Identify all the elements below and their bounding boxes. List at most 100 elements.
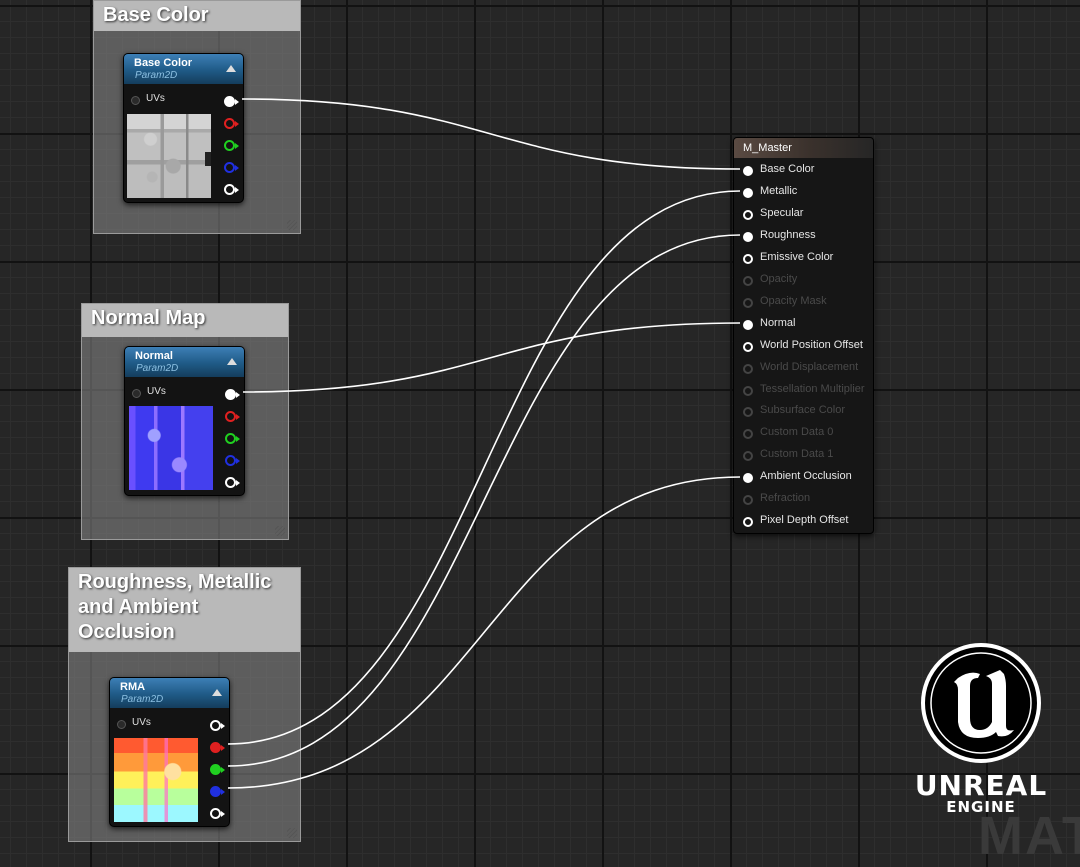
- input-pin-icon[interactable]: [743, 517, 753, 528]
- pin-label: Specular: [760, 206, 804, 219]
- input-pin-icon[interactable]: [743, 166, 753, 176]
- pin-label: Ambient Occlusion: [760, 470, 852, 483]
- pin-label: Pixel Depth Offset: [760, 514, 849, 527]
- comment-title[interactable]: Normal Map: [82, 304, 288, 337]
- b-output-pin[interactable]: [210, 786, 225, 797]
- input-pin-icon[interactable]: [743, 429, 753, 440]
- g-output-pin[interactable]: [225, 433, 240, 444]
- texture-node-rma[interactable]: RMA Param2D UVs: [109, 677, 230, 827]
- node-title: Normal: [135, 350, 173, 362]
- wire-metallic: [227, 190, 741, 745]
- master-pin-refraction[interactable]: Refraction: [734, 488, 873, 510]
- pin-label: Refraction: [760, 492, 811, 505]
- uvs-label: UVs: [147, 386, 166, 397]
- input-pin-icon[interactable]: [743, 209, 753, 220]
- input-pin-icon[interactable]: [743, 275, 753, 286]
- pin-label: Custom Data 1: [760, 448, 834, 461]
- master-pin-custom-data-0[interactable]: Custom Data 0: [734, 422, 873, 444]
- input-pin-icon[interactable]: [743, 363, 753, 374]
- input-pin-icon[interactable]: [743, 297, 753, 308]
- input-pin-icon[interactable]: [743, 187, 753, 198]
- master-pin-world-position-offset[interactable]: World Position Offset: [734, 335, 873, 357]
- resize-grip[interactable]: [275, 526, 285, 536]
- rgb-output-pin[interactable]: [224, 96, 239, 107]
- uvs-input-pin[interactable]: [131, 96, 140, 105]
- node-subtitle: Param2D: [135, 70, 178, 81]
- normal-map-texture-preview: [129, 406, 213, 490]
- node-header[interactable]: RMA Param2D: [110, 678, 229, 708]
- master-pin-subsurface-color[interactable]: Subsurface Color: [734, 400, 873, 422]
- pin-label: World Position Offset: [760, 338, 863, 351]
- base-color-texture-preview: [127, 114, 211, 198]
- pin-label: Opacity: [760, 272, 798, 285]
- rgb-output-pin[interactable]: [225, 389, 240, 400]
- master-node-header[interactable]: M_Master: [734, 138, 873, 158]
- r-output-pin[interactable]: [210, 742, 225, 753]
- uvs-label: UVs: [132, 717, 151, 728]
- r-output-pin[interactable]: [225, 411, 240, 422]
- a-output-pin[interactable]: [224, 184, 239, 195]
- master-pin-opacity-mask[interactable]: Opacity Mask: [734, 291, 873, 313]
- g-output-pin[interactable]: [210, 764, 225, 775]
- input-pin-icon[interactable]: [743, 451, 753, 462]
- input-pin-icon[interactable]: [743, 341, 753, 352]
- master-pin-normal[interactable]: Normal: [734, 313, 873, 335]
- master-pin-roughness[interactable]: Roughness: [734, 225, 873, 247]
- input-pin-icon[interactable]: [743, 495, 753, 506]
- input-pin-icon[interactable]: [743, 473, 753, 484]
- pin-label: Subsurface Color: [760, 404, 845, 417]
- collapse-arrow-icon[interactable]: [212, 689, 222, 696]
- input-pin-icon[interactable]: [743, 319, 753, 330]
- master-pin-world-displacement[interactable]: World Displacement: [734, 357, 873, 379]
- node-header[interactable]: Base Color Param2D: [124, 54, 243, 84]
- master-pin-custom-data-1[interactable]: Custom Data 1: [734, 444, 873, 466]
- a-output-pin[interactable]: [225, 477, 240, 488]
- rgb-output-pin[interactable]: [210, 720, 225, 731]
- master-pin-pixel-depth-offset[interactable]: Pixel Depth Offset: [734, 510, 873, 532]
- node-subtitle: Param2D: [136, 363, 179, 374]
- input-pin-icon[interactable]: [743, 253, 753, 264]
- a-output-pin[interactable]: [210, 808, 225, 819]
- engine-wordmark: ENGINE: [946, 798, 1016, 816]
- uvs-input-pin[interactable]: [117, 720, 126, 729]
- wire-roughness: [227, 234, 741, 767]
- input-pin-icon[interactable]: [743, 385, 753, 396]
- master-material-node[interactable]: M_Master Base Color Metallic Specular Rough…: [733, 137, 874, 534]
- collapse-arrow-icon[interactable]: [226, 65, 236, 72]
- node-header[interactable]: Normal Param2D: [125, 347, 244, 377]
- node-title: RMA: [120, 681, 146, 693]
- r-output-pin[interactable]: [224, 118, 239, 129]
- master-pin-ambient-occlusion[interactable]: Ambient Occlusion: [734, 466, 873, 488]
- master-pin-tessellation-multiplier[interactable]: Tessellation Multiplier: [734, 379, 873, 401]
- pin-label: World Displacement: [760, 360, 859, 373]
- unreal-logo-icon: [921, 643, 1041, 763]
- master-pin-opacity[interactable]: Opacity: [734, 269, 873, 291]
- pin-label: Opacity Mask: [760, 294, 827, 307]
- uvs-input-pin[interactable]: [132, 389, 141, 398]
- comment-title[interactable]: Roughness, Metallic and Ambient Occlusio…: [69, 568, 300, 652]
- texture-node-normal[interactable]: Normal Param2D UVs: [124, 346, 245, 496]
- pin-label: Normal: [760, 316, 796, 329]
- master-pin-base-color[interactable]: Base Color: [734, 159, 873, 181]
- wire-normal: [242, 322, 741, 393]
- master-pin-specular[interactable]: Specular: [734, 203, 873, 225]
- g-output-pin[interactable]: [224, 140, 239, 151]
- b-output-pin[interactable]: [225, 455, 240, 466]
- master-pin-metallic[interactable]: Metallic: [734, 181, 873, 203]
- pin-label: Metallic: [760, 184, 798, 197]
- texture-node-base-color[interactable]: Base Color Param2D UVs: [123, 53, 244, 203]
- b-output-pin[interactable]: [224, 162, 239, 173]
- collapse-arrow-icon[interactable]: [227, 358, 237, 365]
- input-pin-icon[interactable]: [743, 231, 753, 242]
- comment-title[interactable]: Base Color: [94, 1, 300, 31]
- input-pin-icon[interactable]: [743, 407, 753, 418]
- uvs-label: UVs: [146, 93, 165, 104]
- wire-ao: [227, 476, 741, 789]
- pin-label: Roughness: [760, 228, 816, 241]
- node-title: Base Color: [134, 57, 193, 69]
- resize-grip[interactable]: [287, 828, 297, 838]
- master-pin-emissive-color[interactable]: Emissive Color: [734, 247, 873, 269]
- unreal-engine-logo: [918, 640, 1044, 766]
- pin-label: Tessellation Multiplier: [760, 382, 865, 395]
- resize-grip[interactable]: [287, 220, 297, 230]
